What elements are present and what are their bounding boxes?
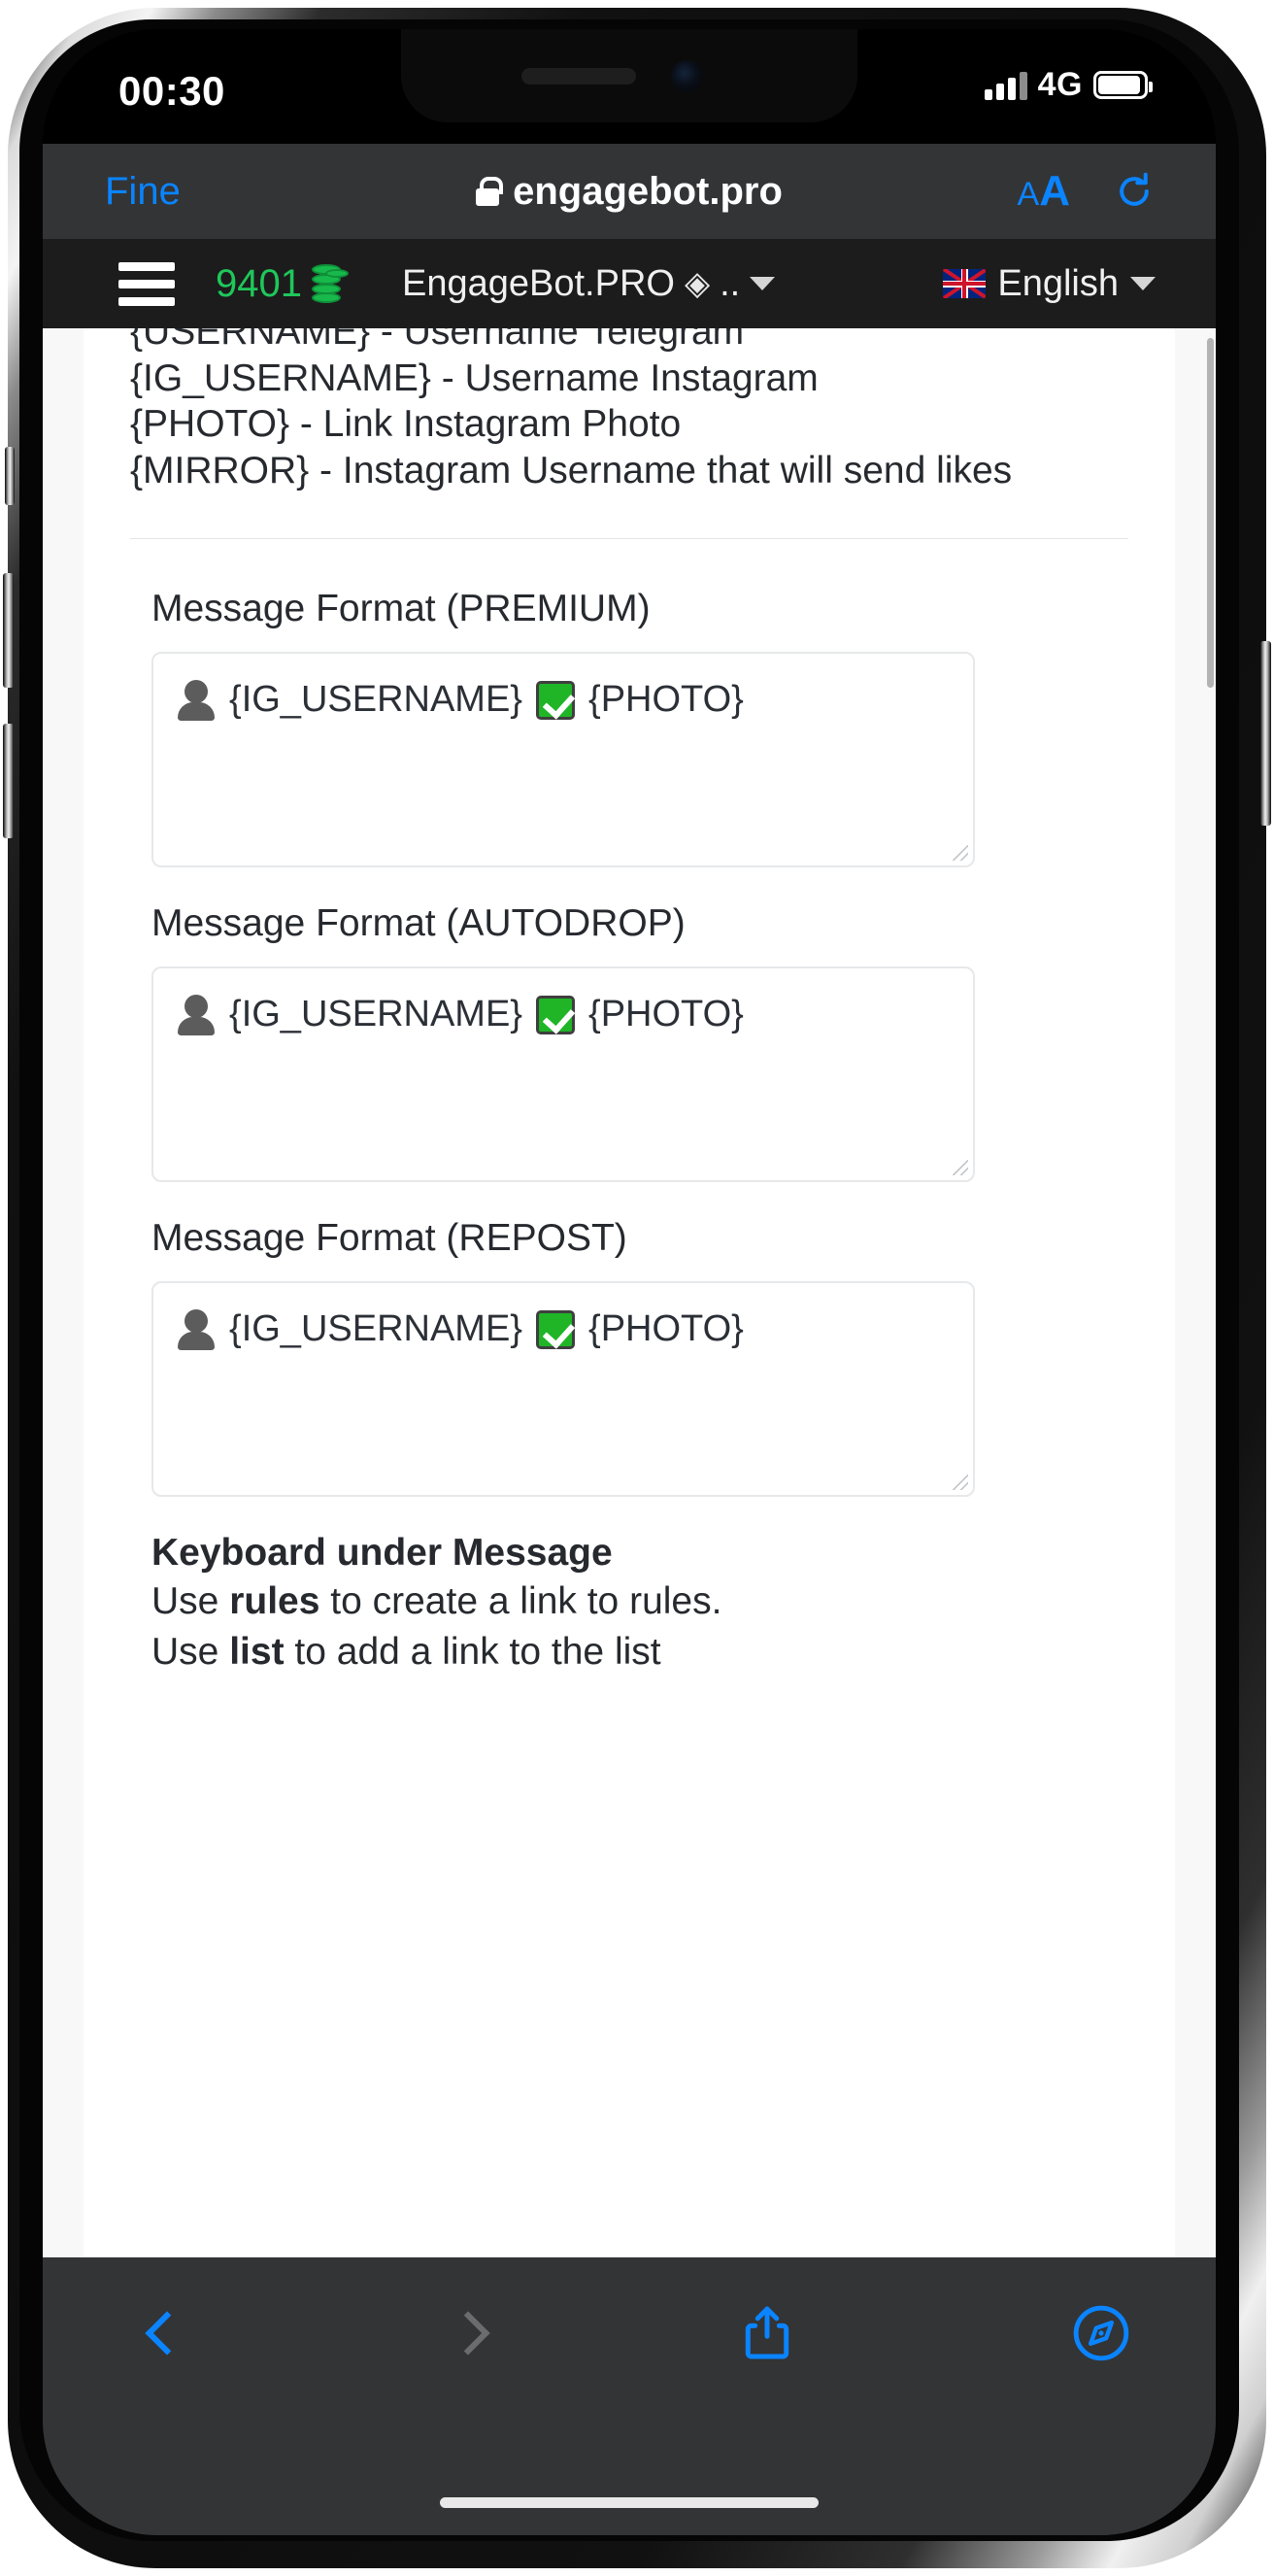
app-navbar: 9401 EngageBot.PRO ◈ .. English bbox=[43, 239, 1216, 328]
home-indicator[interactable] bbox=[440, 2497, 819, 2508]
status-indicators: 4G bbox=[984, 66, 1153, 104]
share-button[interactable] bbox=[728, 2294, 806, 2372]
textarea-token-photo: {PHOTO} bbox=[588, 1308, 744, 1350]
front-camera bbox=[671, 60, 703, 92]
language-selector[interactable]: English bbox=[943, 263, 1156, 305]
battery-icon bbox=[1093, 71, 1153, 99]
page-scrollbar[interactable] bbox=[1207, 338, 1214, 688]
message-format-repost-textarea[interactable]: {IG_USERNAME} {PHOTO} bbox=[151, 1281, 975, 1498]
uk-flag-icon bbox=[943, 269, 987, 298]
hamburger-menu-icon[interactable] bbox=[118, 261, 175, 306]
keyboard-rules-post: to create a link to rules. bbox=[319, 1580, 722, 1623]
keyboard-rules-pre: Use bbox=[151, 1580, 230, 1623]
language-label: English bbox=[997, 262, 1119, 304]
variable-line-username: {USERNAME} - Username Telegram bbox=[130, 328, 745, 353]
coin-stack-icon bbox=[311, 262, 349, 305]
keyboard-list-keyword: list bbox=[229, 1630, 285, 1673]
white-check-mark-emoji bbox=[536, 996, 575, 1035]
coins-value: 9401 bbox=[216, 261, 302, 305]
chevron-down-icon bbox=[750, 277, 776, 290]
message-format-autodrop-textarea[interactable]: {IG_USERNAME} {PHOTO} bbox=[151, 966, 975, 1183]
bust-in-silhouette-emoji bbox=[177, 680, 216, 722]
field-label: Message Format (REPOST) bbox=[151, 1217, 627, 1260]
notch bbox=[401, 29, 857, 122]
volume-up-button[interactable] bbox=[3, 573, 14, 688]
compass-icon bbox=[1073, 2305, 1129, 2361]
chevron-right-icon bbox=[446, 2311, 490, 2356]
webpage-viewport[interactable]: {USERNAME} - Username Telegram {IG_USERN… bbox=[43, 328, 1216, 2257]
field-label: Message Format (PREMIUM) bbox=[151, 588, 651, 630]
textarea-resize-handle[interactable] bbox=[953, 845, 968, 862]
phone-screen: 00:30 4G Fine engagebot.pro AA 9401 Enga… bbox=[43, 29, 1216, 2535]
textarea-token-ig-username: {IG_USERNAME} bbox=[229, 994, 522, 1035]
chevron-down-icon bbox=[1130, 277, 1156, 290]
keyboard-list-post: to add a link to the list bbox=[284, 1630, 661, 1673]
variable-line-ig-username: {IG_USERNAME} - Username Instagram bbox=[130, 356, 819, 399]
signal-bars-icon bbox=[984, 71, 1027, 100]
network-type-label: 4G bbox=[1037, 66, 1083, 103]
status-time: 00:30 bbox=[118, 68, 225, 114]
keyboard-list-pre: Use bbox=[151, 1630, 230, 1673]
phone-mockup: 00:30 4G Fine engagebot.pro AA 9401 Enga… bbox=[0, 0, 1274, 2576]
textarea-resize-handle[interactable] bbox=[953, 1474, 968, 1491]
textarea-token-photo: {PHOTO} bbox=[588, 679, 744, 721]
project-name: EngageBot.PRO bbox=[402, 262, 675, 304]
white-check-mark-emoji bbox=[536, 681, 575, 721]
chevron-left-icon bbox=[145, 2311, 189, 2356]
variable-line-photo: {PHOTO} - Link Instagram Photo bbox=[130, 403, 682, 446]
textarea-resize-handle[interactable] bbox=[953, 1160, 968, 1176]
url-text: engagebot.pro bbox=[513, 169, 783, 213]
volume-down-button[interactable] bbox=[3, 724, 14, 838]
silence-switch[interactable] bbox=[5, 447, 15, 505]
reload-icon[interactable] bbox=[1113, 170, 1156, 213]
power-button[interactable] bbox=[1260, 641, 1271, 826]
variable-line-mirror: {MIRROR} - Instagram Username that will … bbox=[130, 449, 1013, 491]
coins-balance[interactable]: 9401 bbox=[216, 262, 349, 306]
textarea-token-ig-username: {IG_USERNAME} bbox=[229, 1308, 522, 1350]
project-selector[interactable]: EngageBot.PRO ◈ .. bbox=[402, 262, 776, 305]
text-size-button[interactable]: AA bbox=[1018, 167, 1070, 216]
textarea-token-photo: {PHOTO} bbox=[588, 994, 744, 1035]
keyboard-rules-line: Use rules to create a link to rules. bbox=[151, 1578, 1128, 1625]
keyboard-rules-keyword: rules bbox=[229, 1580, 320, 1623]
project-suffix: .. bbox=[720, 262, 741, 304]
tabs-button[interactable] bbox=[1062, 2294, 1140, 2372]
keyboard-list-line: Use list to add a link to the list bbox=[151, 1629, 1128, 1676]
field-message-format-repost: Message Format (REPOST) {IG_USERNAME} {P… bbox=[151, 1217, 1128, 1498]
earpiece-speaker bbox=[521, 68, 636, 85]
field-message-format-premium: Message Format (PREMIUM) {IG_USERNAME} {… bbox=[151, 588, 1128, 868]
ios-status-bar: 00:30 4G bbox=[43, 29, 1216, 144]
lock-icon bbox=[476, 177, 504, 206]
page-content: {USERNAME} - Username Telegram {IG_USERN… bbox=[84, 328, 1175, 2257]
bust-in-silhouette-emoji bbox=[177, 1309, 216, 1351]
textarea-token-ig-username: {IG_USERNAME} bbox=[229, 679, 522, 721]
field-label: Message Format (AUTODROP) bbox=[151, 902, 686, 945]
bust-in-silhouette-emoji bbox=[177, 995, 216, 1036]
share-icon bbox=[745, 2306, 789, 2359]
section-divider bbox=[130, 538, 1128, 540]
safari-top-bar: Fine engagebot.pro AA bbox=[43, 144, 1216, 239]
browser-forward-button[interactable] bbox=[429, 2294, 507, 2372]
safari-bottom-toolbar bbox=[43, 2257, 1216, 2535]
replacement-char-icon: ◈ bbox=[684, 265, 711, 302]
keyboard-section-heading: Keyboard under Message bbox=[151, 1532, 613, 1575]
message-format-premium-textarea[interactable]: {IG_USERNAME} {PHOTO} bbox=[151, 652, 975, 868]
browser-back-button[interactable] bbox=[128, 2294, 206, 2372]
white-check-mark-emoji bbox=[536, 1310, 575, 1350]
field-message-format-autodrop: Message Format (AUTODROP) {IG_USERNAME} … bbox=[151, 902, 1128, 1183]
